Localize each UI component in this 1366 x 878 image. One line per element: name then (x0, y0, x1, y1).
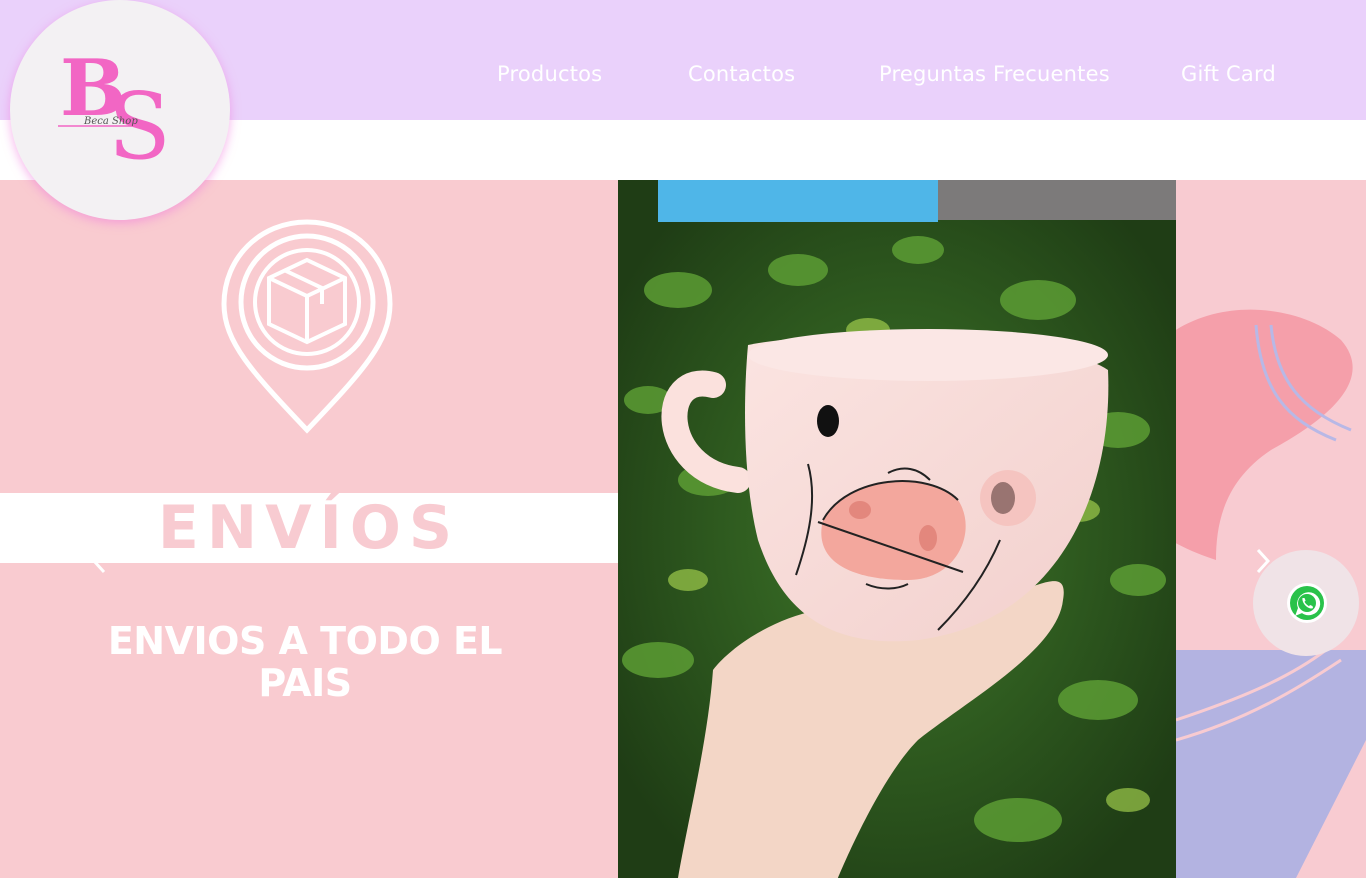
shipping-subtitle-line-2: PAIS (258, 661, 352, 705)
nav-productos-link[interactable]: Productos (497, 62, 602, 86)
svg-text:Beca Shop: Beca Shop (83, 116, 138, 127)
mug-photo-illustration (618, 180, 1176, 878)
whatsapp-icon[interactable] (1286, 582, 1328, 624)
nav-contactos-link[interactable]: Contactos (688, 62, 795, 86)
slider-prev-button[interactable] (88, 544, 108, 587)
shipping-subtitle-line-1: ENVIOS A TODO EL (107, 619, 503, 663)
brand-logo[interactable]: B S Beca Shop (10, 0, 230, 220)
slide-shipping-panel: ENVÍOS ENVIOS A TODO EL PAIS (0, 180, 618, 878)
abstract-shapes-illustration (1176, 180, 1366, 878)
next-slide-preview (1176, 180, 1366, 878)
chevron-left-icon (91, 548, 106, 574)
logo-monogram-image: B S Beca Shop (58, 43, 171, 180)
nav-preguntas-frecuentes-link[interactable]: Preguntas Frecuentes (879, 62, 1110, 86)
hero-slider: ENVÍOS ENVIOS A TODO EL PAIS (0, 180, 1366, 878)
pig-face-mug-photo (618, 180, 1176, 878)
nav-gift-card-link[interactable]: Gift Card (1181, 62, 1276, 86)
shipping-subtitle: ENVIOS A TODO EL PAIS (60, 620, 550, 704)
package-location-pin-icon (221, 219, 393, 434)
